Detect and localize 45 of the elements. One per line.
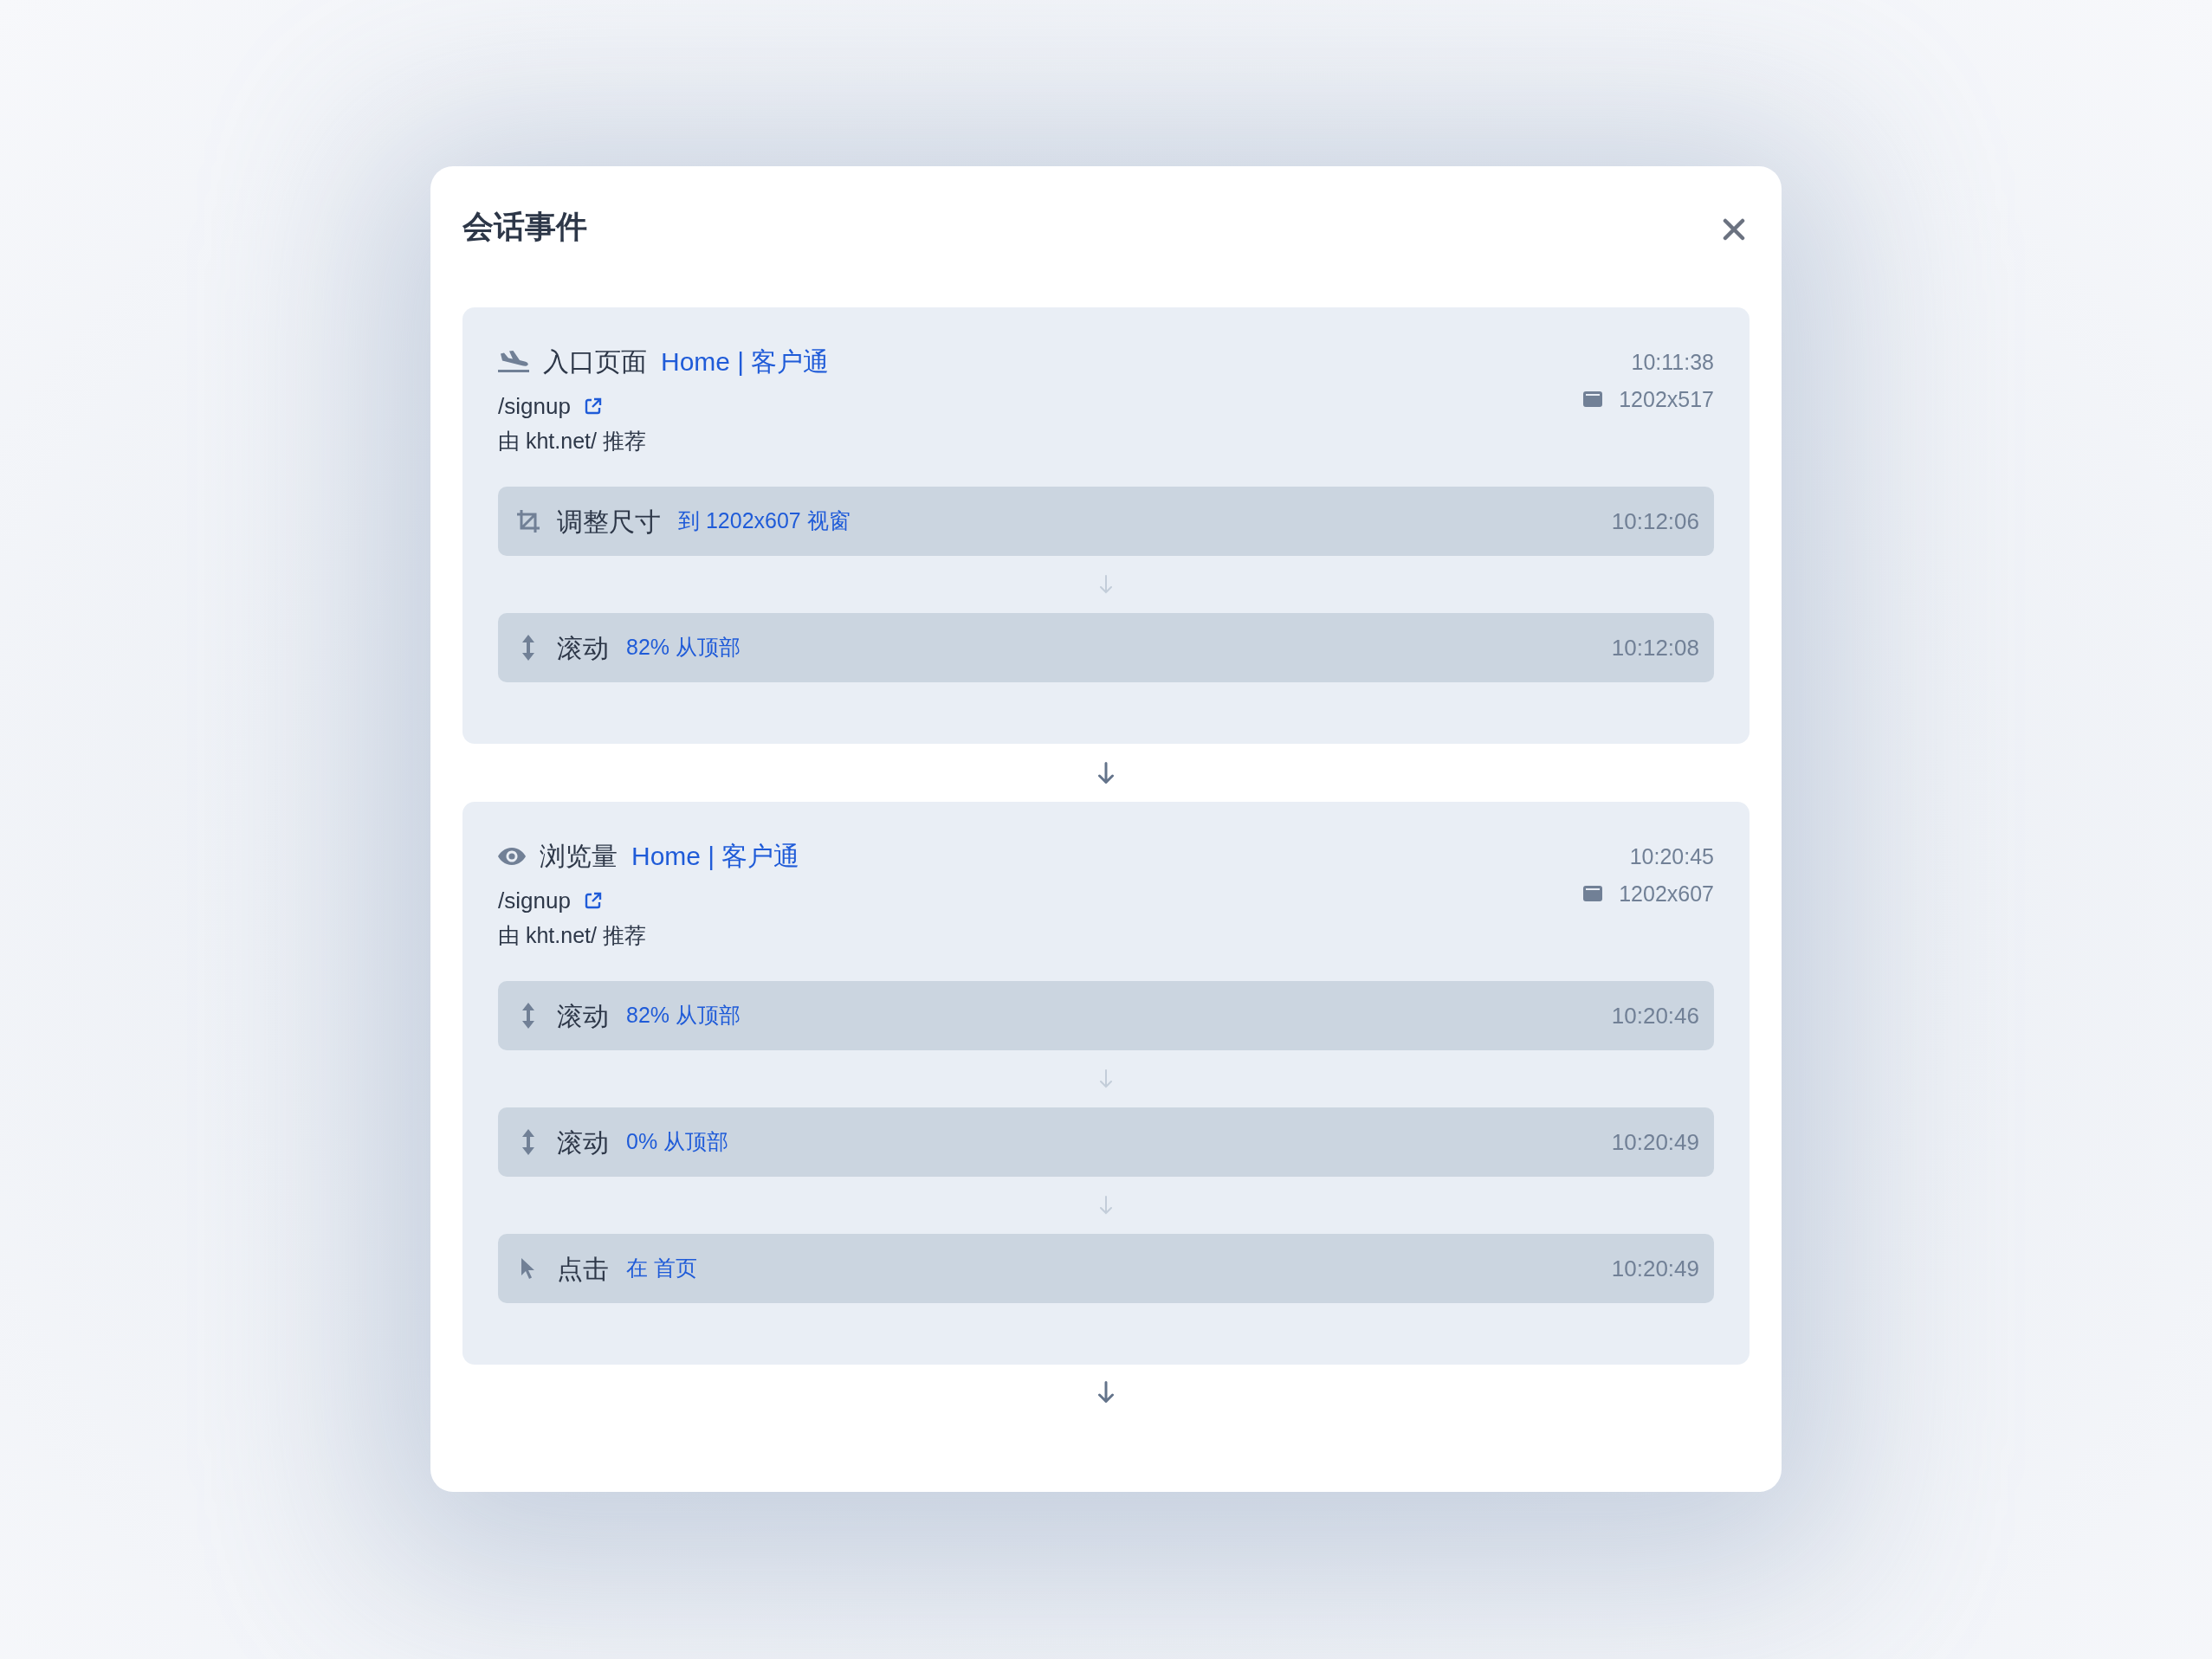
up-down-arrow-icon — [521, 1003, 535, 1029]
event-time: 10:20:49 — [1611, 1127, 1699, 1157]
event-time: 10:20:46 — [1611, 1001, 1699, 1030]
referrer-text: 由 kht.net/ 推荐 — [498, 922, 646, 949]
window-icon — [1583, 391, 1603, 407]
event-time: 10:20:49 — [1611, 1254, 1699, 1283]
event-label: 点击 — [557, 1253, 609, 1285]
event-detail: 0% 从顶部 — [626, 1128, 729, 1156]
up-down-arrow-icon — [521, 635, 535, 661]
viewport-size: 1202x607 — [1619, 881, 1714, 907]
plane-landing-icon — [498, 351, 529, 373]
down-arrow-icon — [1099, 1069, 1113, 1088]
close-icon — [1723, 217, 1745, 241]
down-arrow-icon — [1097, 1381, 1115, 1404]
external-link-icon[interactable] — [584, 892, 602, 909]
page-title-link[interactable]: Home | 客户通 — [661, 342, 830, 382]
visit-type-label: 浏览量 — [540, 841, 618, 872]
up-down-arrow-icon — [521, 1129, 535, 1155]
visit-time: 10:20:45 — [1629, 843, 1714, 870]
page-path: /signup — [498, 887, 571, 915]
down-arrow-icon — [1097, 761, 1115, 784]
event-time: 10:12:06 — [1611, 507, 1699, 536]
visit-time: 10:11:38 — [1631, 349, 1714, 376]
event-label: 滚动 — [557, 632, 609, 664]
down-arrow-icon — [1099, 1196, 1113, 1215]
visit-type-label: 入口页面 — [543, 346, 647, 378]
event-label: 滚动 — [557, 1000, 609, 1032]
eye-icon — [498, 847, 526, 866]
event-label: 调整尺寸 — [557, 506, 661, 538]
cursor-icon — [521, 1257, 536, 1280]
external-link-icon[interactable] — [584, 397, 602, 415]
page-path: /signup — [498, 392, 571, 421]
event-detail: 到 1202x607 视窗 — [678, 507, 851, 535]
event-detail: 82% 从顶部 — [626, 634, 741, 662]
window-icon — [1583, 886, 1603, 901]
event-detail: 在 首页 — [626, 1255, 697, 1282]
viewport-size: 1202x517 — [1619, 386, 1714, 413]
crop-icon — [516, 509, 540, 533]
page-title-link[interactable]: Home | 客户通 — [631, 836, 800, 876]
down-arrow-icon — [1099, 575, 1113, 594]
event-detail: 82% 从顶部 — [626, 1002, 741, 1030]
referrer-text: 由 kht.net/ 推荐 — [498, 428, 646, 455]
modal-title: 会话事件 — [462, 208, 587, 245]
event-label: 滚动 — [557, 1126, 609, 1159]
event-time: 10:12:08 — [1611, 633, 1699, 662]
